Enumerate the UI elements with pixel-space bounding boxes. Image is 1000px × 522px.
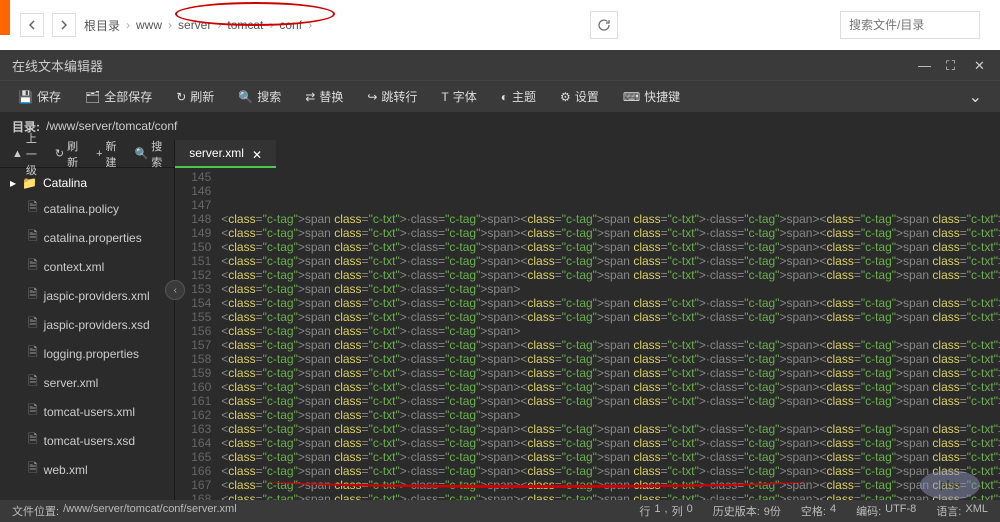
chevron-right-icon: ▸ [10,176,16,190]
file-tree: ▸ 📁 Catalina 🗎catalina.policy🗎catalina.p… [0,168,174,500]
top-navigation-bar: 根目录 › www › server › tomcat › conf › [0,0,1000,50]
file-icon: 🗎 [28,343,38,364]
gear-icon: ⚙ [560,90,571,104]
status-spaces[interactable]: 空格: 4 [801,503,836,519]
replace-icon: ⇄ [305,90,315,104]
close-icon[interactable]: ✕ [252,148,262,158]
file-icon: 🗎 [28,256,38,277]
goto-icon: ↪ [367,90,377,104]
maximize-icon[interactable]: ⛶ [946,58,960,72]
minimize-icon[interactable]: — [918,58,932,72]
replace-button[interactable]: ⇄替换 [295,84,353,109]
editor-panel: ‹ server.xml ✕ 1451461471481491501511521… [175,140,1000,500]
file-icon: 🗎 [28,401,38,422]
tree-file[interactable]: 🗎tomcat-users.xml [0,397,174,426]
up-icon: ▲ [12,148,23,160]
editor-window-header: 在线文本编辑器 — ⛶ ✕ [0,50,1000,80]
save-button[interactable]: 💾保存 [8,84,71,109]
sidebar-search-button[interactable]: 🔍搜索 [127,135,171,173]
refresh-button[interactable]: ↻刷新 [166,84,224,109]
shortcut-button[interactable]: ⌨快捷键 [613,84,690,109]
tree-folder[interactable]: ▸ 📁 Catalina [0,172,174,194]
refresh-button[interactable] [590,11,618,39]
file-sidebar: ▲上一级 ↻刷新 +新建 🔍搜索 ▸ 📁 Catalina 🗎catalina.… [0,140,175,500]
path-value: /www/server/tomcat/conf [46,119,177,133]
new-button[interactable]: +新建 [88,135,124,173]
file-icon: 🗎 [28,314,38,335]
save-all-icon: 🗂 [85,90,100,104]
goto-button[interactable]: ↪跳转行 [357,84,427,109]
tree-file[interactable]: 🗎context.xml [0,252,174,281]
file-icon: 🗎 [28,227,38,248]
font-icon: T [441,90,448,104]
code-content[interactable]: <class="c-tag">span class="c-txt">·class… [217,168,1000,500]
code-editor[interactable]: 1451461471481491501511521531541551561571… [175,168,1000,500]
refresh-icon: ↻ [176,90,186,104]
sidebar-refresh-button[interactable]: ↻刷新 [47,135,86,173]
save-all-button[interactable]: 🗂全部保存 [75,84,162,109]
status-file-path: /www/server/tomcat/conf/server.xml [63,503,237,519]
keyboard-icon: ⌨ [623,90,640,104]
back-button[interactable] [20,13,44,37]
tab-server-xml[interactable]: server.xml ✕ [175,140,276,168]
tree-file[interactable]: 🗎tomcat-users.xsd [0,426,174,455]
editor-tabs: server.xml ✕ [175,140,1000,168]
status-cursor[interactable]: 行 1 ,列 0 [639,503,692,519]
search-icon: 🔍 [135,147,149,160]
php-badge: php [920,470,980,500]
tree-file[interactable]: 🗎jaspic-providers.xml [0,281,174,310]
tree-file[interactable]: 🗎logging.properties [0,339,174,368]
search-button[interactable]: 🔍搜索 [228,84,291,109]
folder-icon: 📁 [22,176,37,190]
breadcrumb-item[interactable]: server [178,18,211,32]
close-icon[interactable]: ✕ [974,58,988,72]
save-icon: 💾 [18,90,33,104]
breadcrumb-item[interactable]: conf [279,18,302,32]
breadcrumb: 根目录 › www › server › tomcat › conf › [84,17,312,34]
theme-icon: ◐ [501,90,508,104]
theme-button[interactable]: ◐主题 [491,84,546,109]
file-icon: 🗎 [28,430,38,451]
file-icon: 🗎 [28,459,38,480]
breadcrumb-item[interactable]: 根目录 [84,17,120,34]
search-input[interactable] [840,11,980,39]
line-gutter: 1451461471481491501511521531541551561571… [175,168,217,500]
status-history[interactable]: 历史版本: 9份 [713,503,781,519]
breadcrumb-item[interactable]: tomcat [227,18,263,32]
breadcrumb-item[interactable]: www [136,18,162,32]
editor-toolbar: 💾保存 🗂全部保存 ↻刷新 🔍搜索 ⇄替换 ↪跳转行 T字体 ◐主题 ⚙设置 ⌨… [0,80,1000,112]
status-bar: 文件位置:/www/server/tomcat/conf/server.xml … [0,500,1000,522]
tree-file[interactable]: 🗎catalina.properties [0,223,174,252]
tree-file[interactable]: 🗎web.xml [0,455,174,484]
file-icon: 🗎 [28,372,38,393]
file-icon: 🗎 [28,285,38,306]
settings-button[interactable]: ⚙设置 [550,84,609,109]
search-icon: 🔍 [238,90,253,104]
plus-icon: + [96,148,102,160]
tree-file[interactable]: 🗎server.xml [0,368,174,397]
tree-file[interactable]: 🗎jaspic-providers.xsd [0,310,174,339]
font-button[interactable]: T字体 [431,84,486,109]
editor-title: 在线文本编辑器 [12,56,918,75]
status-language[interactable]: 语言: XML [936,503,988,519]
file-icon: 🗎 [28,198,38,219]
chevron-down-icon[interactable]: ⌄ [959,83,992,111]
refresh-icon: ↻ [55,147,64,160]
tree-file[interactable]: 🗎catalina.policy [0,194,174,223]
forward-button[interactable] [52,13,76,37]
status-encoding[interactable]: 编码: UTF-8 [856,503,916,519]
